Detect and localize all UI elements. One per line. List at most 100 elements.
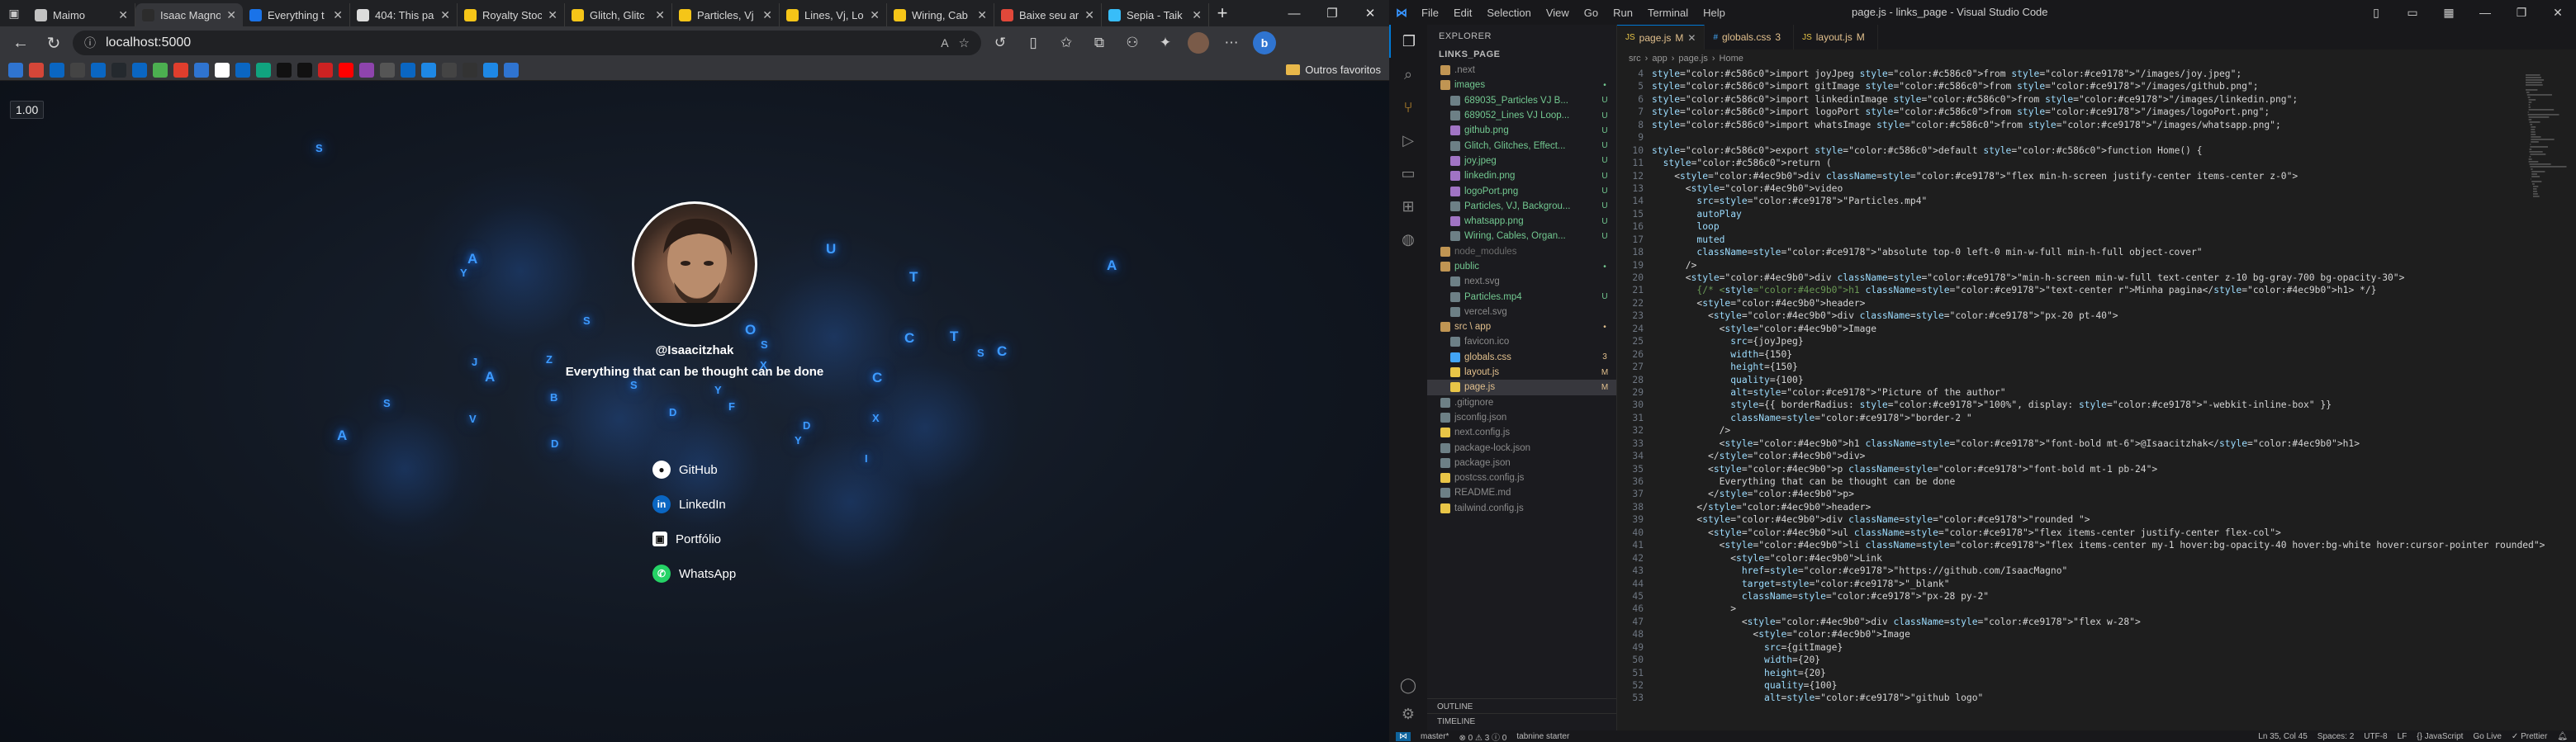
code-line[interactable]: 14 src=style="color:#ce9178">"Particles.… xyxy=(1617,195,2576,207)
code-line[interactable]: 38 </style="color:#4ec9b0">header> xyxy=(1617,501,2576,513)
copilot-extension-icon[interactable]: ✦ xyxy=(1151,30,1179,56)
code-line[interactable]: 43 href=style="color:#ce9178">"https://g… xyxy=(1617,565,2576,577)
code-line[interactable]: 11 style="color:#c586c0">return ( xyxy=(1617,157,2576,169)
end-of-line[interactable]: LF xyxy=(2398,732,2408,741)
tree-file[interactable]: Particles.mp4 U xyxy=(1427,289,1616,304)
bookmark-favicon-icon[interactable] xyxy=(442,62,457,78)
menu-go[interactable]: Go xyxy=(1577,7,1606,19)
tree-folder[interactable]: .next xyxy=(1427,63,1616,78)
other-favorites-folder[interactable]: Outros favoritos xyxy=(1286,64,1381,76)
indentation[interactable]: Spaces: 2 xyxy=(2317,732,2354,741)
extensions-icon[interactable]: ⊞ xyxy=(1389,190,1427,223)
bookmark-favicon-icon[interactable] xyxy=(297,62,312,78)
tree-file[interactable]: 689035_Particles VJ B... U xyxy=(1427,93,1616,108)
menu-edit[interactable]: Edit xyxy=(1446,7,1479,19)
bookmark-favicon-icon[interactable] xyxy=(256,62,271,78)
bookmark-favicon-icon[interactable] xyxy=(339,62,353,78)
menu-run[interactable]: Run xyxy=(1606,7,1640,19)
remote-explorer-icon[interactable]: ▭ xyxy=(1389,157,1427,190)
tree-file[interactable]: Glitch, Glitches, Effect... U xyxy=(1427,138,1616,153)
editor-tab[interactable]: JS page.js M ✕ xyxy=(1617,25,1705,50)
tree-file[interactable]: globals.css 3 xyxy=(1427,350,1616,365)
social-link-github[interactable]: ● GitHub xyxy=(652,457,768,482)
breadcrumb-item[interactable]: app xyxy=(1652,54,1667,64)
code-line[interactable]: 52 quality={100} xyxy=(1617,679,2576,692)
restore-button[interactable]: ❐ xyxy=(1313,0,1351,26)
breadcrumb-item[interactable]: Home xyxy=(1720,54,1743,64)
avatar[interactable] xyxy=(1188,32,1209,54)
go-live-button[interactable]: Go Live xyxy=(2473,732,2501,741)
code-line[interactable]: 15 autoPlay xyxy=(1617,208,2576,220)
code-line[interactable]: 49 src={gitImage} xyxy=(1617,641,2576,654)
project-folder-header[interactable]: LINKS_PAGE xyxy=(1427,48,1616,63)
bookmark-favicon-icon[interactable] xyxy=(359,62,374,78)
browser-tab[interactable]: Wiring, Cab ✕ xyxy=(887,3,994,26)
browser-tab[interactable]: Isaac Magno ✕ xyxy=(135,3,243,26)
browser-tab[interactable]: 404: This pa ✕ xyxy=(350,3,458,26)
menu-file[interactable]: File xyxy=(1414,7,1446,19)
workspaces-icon[interactable]: ▣ xyxy=(0,0,28,26)
menu-view[interactable]: View xyxy=(1539,7,1577,19)
tab-close-icon[interactable]: ✕ xyxy=(118,8,128,22)
code-line[interactable]: 42 <style="color:#4ec9b0">Link xyxy=(1617,552,2576,565)
browser-tab[interactable]: Royalty Stoc ✕ xyxy=(458,3,565,26)
tree-file[interactable]: Wiring, Cables, Organ... U xyxy=(1427,229,1616,243)
code-line[interactable]: 30 style={{ borderRadius: style="color:#… xyxy=(1617,399,2576,411)
social-link-linkedin[interactable]: in LinkedIn xyxy=(652,492,768,517)
cursor-position[interactable]: Ln 35, Col 45 xyxy=(2258,732,2308,741)
bookmark-favicon-icon[interactable] xyxy=(50,62,64,78)
bookmark-favicon-icon[interactable] xyxy=(91,62,106,78)
browser-tab[interactable]: Everything t ✕ xyxy=(243,3,350,26)
tree-file[interactable]: next.svg xyxy=(1427,274,1616,289)
code-line[interactable]: 41 <style="color:#4ec9b0">li className=s… xyxy=(1617,539,2576,551)
bookmark-favicon-icon[interactable] xyxy=(173,62,188,78)
code-line[interactable]: 31 className=style="color:#ce9178">"bord… xyxy=(1617,412,2576,424)
run-debug-icon[interactable]: ▷ xyxy=(1389,124,1427,157)
code-line[interactable]: 40 <style="color:#4ec9b0">ul className=s… xyxy=(1617,527,2576,539)
code-line[interactable]: 28 quality={100} xyxy=(1617,374,2576,386)
profile-avatar-button[interactable] xyxy=(1184,30,1212,56)
breadcrumb-item[interactable]: src xyxy=(1629,54,1641,64)
bookmark-favicon-icon[interactable] xyxy=(153,62,168,78)
tree-file[interactable]: joy.jpeg U xyxy=(1427,154,1616,168)
tree-file[interactable]: linkedin.png U xyxy=(1427,168,1616,183)
more-options-icon[interactable]: ⋯ xyxy=(1217,30,1245,56)
menu-help[interactable]: Help xyxy=(1696,7,1733,19)
tree-file[interactable]: jsconfig.json xyxy=(1427,410,1616,425)
browser-tab[interactable]: Glitch, Glitc ✕ xyxy=(565,3,672,26)
read-aloud-icon[interactable]: A xyxy=(941,36,948,50)
code-line[interactable]: 4 style="color:#c586c0">import joyJpeg st… xyxy=(1617,68,2576,80)
toggle-sidebar-icon[interactable]: ▯ xyxy=(2358,6,2394,20)
tree-file[interactable]: github.png U xyxy=(1427,123,1616,138)
code-line[interactable]: 37 </style="color:#4ec9b0">p> xyxy=(1617,488,2576,500)
code-line[interactable]: 45 className=style="color:#ce9178">"px-2… xyxy=(1617,590,2576,603)
encoding[interactable]: UTF-8 xyxy=(2364,732,2387,741)
code-line[interactable]: 5 style="color:#c586c0">import gitImage s… xyxy=(1617,80,2576,92)
code-line[interactable]: 39 <style="color:#4ec9b0">div className=… xyxy=(1617,513,2576,526)
prettier-indicator[interactable]: ✓ Prettier xyxy=(2512,732,2547,741)
browser-tab[interactable]: Sepia - Taik ✕ xyxy=(1102,3,1209,26)
new-tab-button[interactable]: + xyxy=(1209,0,1236,26)
tree-file[interactable]: postcss.config.js xyxy=(1427,470,1616,485)
refresh-extension-icon[interactable]: ↺ xyxy=(986,30,1014,56)
code-line[interactable]: 35 <style="color:#4ec9b0">p className=st… xyxy=(1617,463,2576,475)
bookmark-favicon-icon[interactable] xyxy=(463,62,477,78)
tab-close-icon[interactable]: ✕ xyxy=(548,8,557,22)
bookmark-favicon-icon[interactable] xyxy=(8,62,23,78)
explorer-icon[interactable]: ❐ xyxy=(1389,25,1427,58)
split-screen-icon[interactable]: ▯ xyxy=(1019,30,1047,56)
favorite-star-icon[interactable]: ☆ xyxy=(959,35,970,50)
vscode-minimize-button[interactable]: — xyxy=(2467,6,2503,20)
tab-close-icon[interactable]: ✕ xyxy=(870,8,880,22)
bookmark-favicon-icon[interactable] xyxy=(111,62,126,78)
tab-close-icon[interactable]: ✕ xyxy=(655,8,665,22)
code-line[interactable]: 36 Everything that can be thought can be… xyxy=(1617,475,2576,488)
bing-copilot-button[interactable]: b xyxy=(1250,30,1279,56)
tree-file[interactable]: next.config.js xyxy=(1427,425,1616,440)
code-line[interactable]: 26 width={150} xyxy=(1617,348,2576,361)
code-line[interactable]: 33 <style="color:#4ec9b0">h1 className=s… xyxy=(1617,437,2576,450)
code-line[interactable]: 44 target=style="color:#ce9178">"_blank" xyxy=(1617,578,2576,590)
close-window-button[interactable]: ✕ xyxy=(1351,0,1389,26)
code-line[interactable]: 21 {/* <style="color:#4ec9b0">h1 classNa… xyxy=(1617,284,2576,296)
tab-close-icon[interactable]: ✕ xyxy=(977,8,987,22)
